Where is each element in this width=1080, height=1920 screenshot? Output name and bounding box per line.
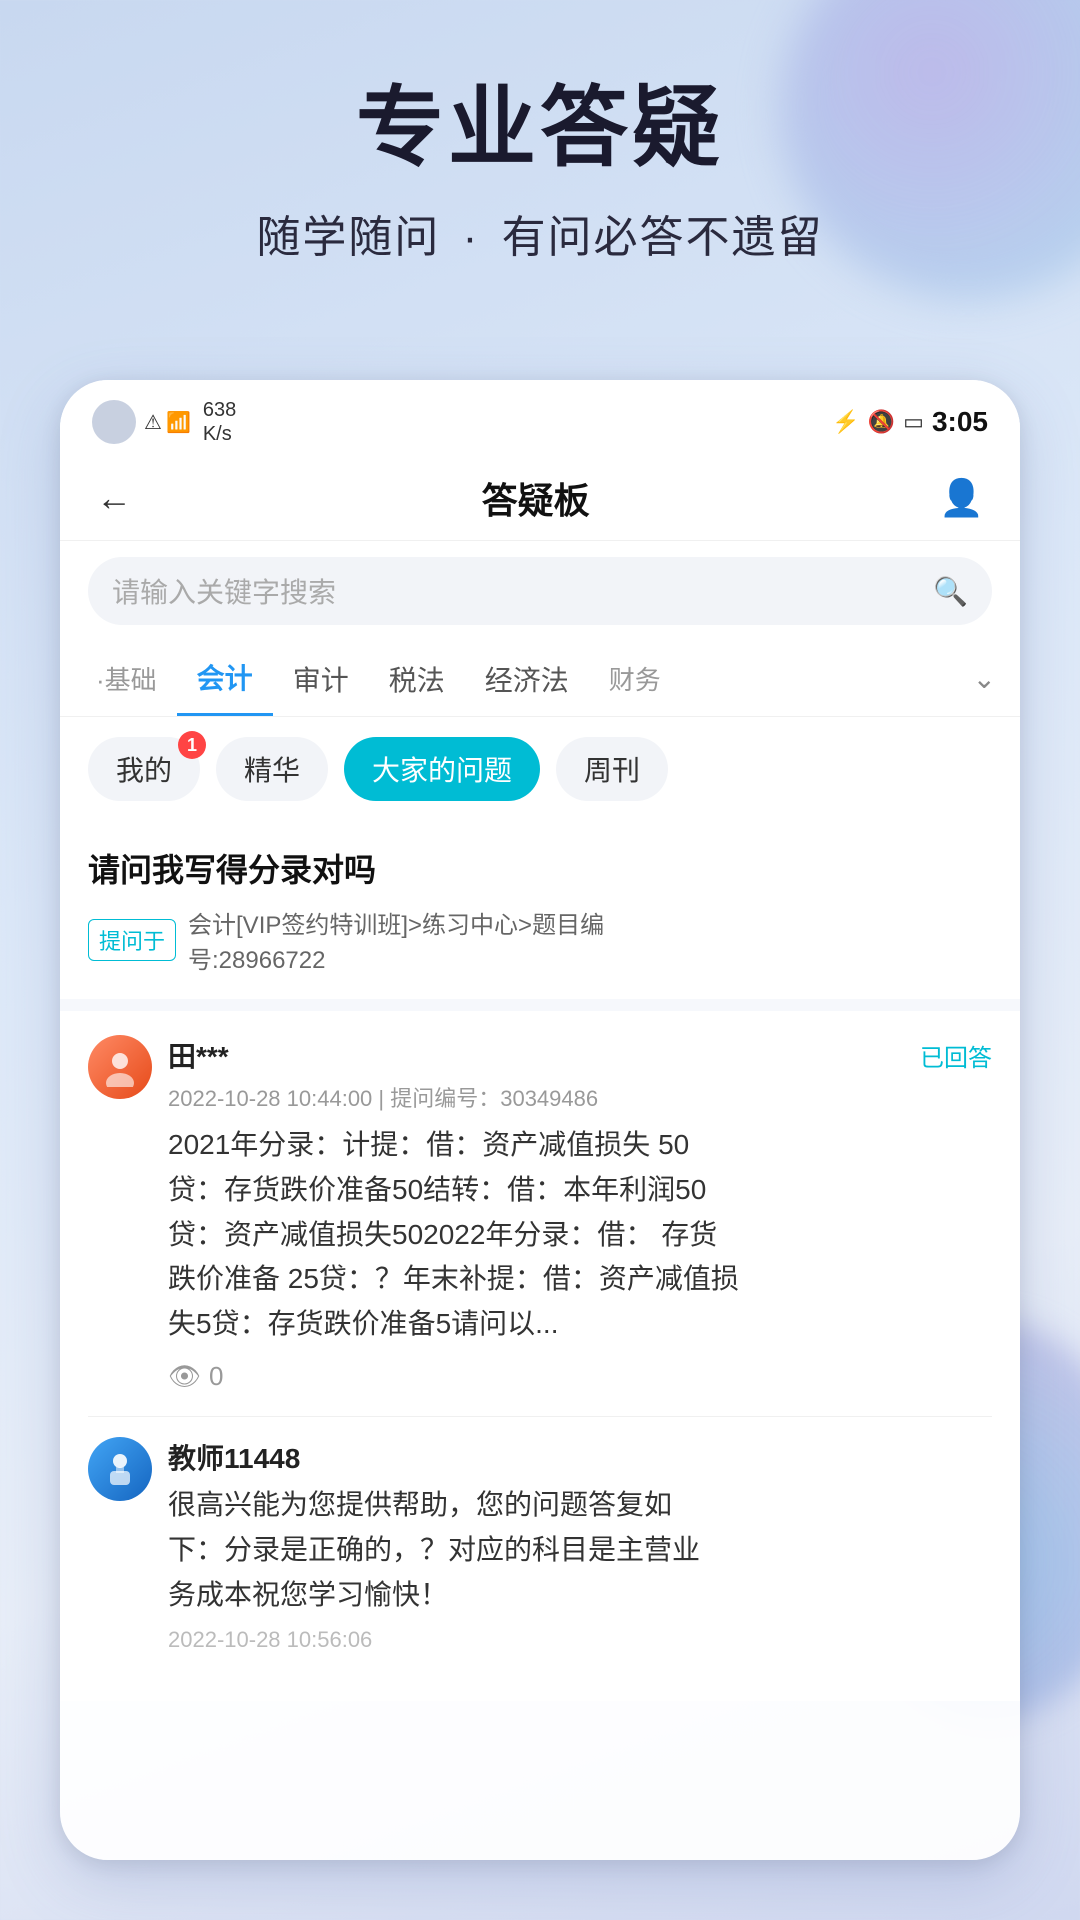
teacher-answer-header: 教师11448: [168, 1437, 992, 1477]
search-placeholder: 请输入关键字搜索: [112, 571, 921, 611]
phone-mockup: ⚠ 📶 638K/s ⚡ 🔕 ▭ 3:05 ← 答疑板 👤 请输入关键字搜索 🔍…: [60, 380, 1020, 1860]
category-tab-economic[interactable]: 经济法: [465, 643, 589, 715]
question-source: 会计[VIP签约特训班]>练习中心>题目编号:28966722: [188, 905, 604, 975]
student-answer-text: 2021年分录：计提：借：资产减值损失 50 贷：存货跌价准备50结转：借：本年…: [168, 1123, 992, 1347]
battery-icon: ▭: [903, 409, 924, 435]
hero-section: 专业答疑 随学随问 · 有问必答不遗留: [0, 80, 1080, 265]
status-icons: ⚠ 📶: [144, 410, 191, 435]
student-name: 田***: [168, 1035, 229, 1075]
answer-divider: [88, 1416, 992, 1417]
search-container: 请输入关键字搜索 🔍: [60, 541, 1020, 641]
bluetooth-icon: ⚡: [832, 409, 859, 435]
filter-tab-featured[interactable]: 精华: [216, 737, 328, 801]
answer-views: 👁 0: [168, 1361, 992, 1392]
category-tab-accounting[interactable]: 会计: [177, 641, 273, 716]
view-count: 0: [209, 1361, 223, 1392]
eye-icon: 👁: [168, 1361, 201, 1392]
content-area: 请问我写得分录对吗 提问于 会计[VIP签约特训班]>练习中心>题目编号:289…: [60, 821, 1020, 1701]
answer-thread: 田*** 已回答 2022-10-28 10:44:00 | 提问编号：3034…: [60, 1011, 1020, 1701]
teacher-name: 教师11448: [168, 1437, 300, 1477]
bell-mute-icon: 🔕: [868, 409, 895, 435]
wifi-icon: 📶: [166, 410, 191, 435]
page-title: 答疑板: [482, 472, 590, 524]
filter-tab-everyone[interactable]: 大家的问题: [344, 737, 540, 801]
warning-icon: ⚠: [144, 410, 162, 435]
status-avatar: [92, 400, 136, 444]
category-tab-basics[interactable]: ·基础: [76, 644, 177, 713]
category-tab-tax[interactable]: 税法: [369, 643, 465, 715]
student-time-info: 2022-10-28 10:44:00 | 提问编号：30349486: [168, 1081, 992, 1113]
student-answer-item: 田*** 已回答 2022-10-28 10:44:00 | 提问编号：3034…: [88, 1035, 992, 1392]
chevron-down-icon[interactable]: ⌄: [965, 646, 1004, 711]
status-right: ⚡ 🔕 ▭ 3:05: [832, 406, 988, 438]
filter-badge-mine: 1: [178, 731, 206, 759]
hero-title: 专业答疑: [0, 80, 1080, 177]
status-time: 3:05: [932, 406, 988, 438]
user-icon[interactable]: 👤: [939, 477, 984, 519]
filter-tabs: 我的 1 精华 大家的问题 周刊: [60, 717, 1020, 821]
teacher-answer-content: 教师11448 很高兴能为您提供帮助，您的问题答复如 下：分录是正确的，？对应的…: [168, 1437, 992, 1653]
status-left: ⚠ 📶 638K/s: [92, 398, 236, 446]
filter-tab-weekly[interactable]: 周刊: [556, 737, 668, 801]
answer-status: 已回答: [920, 1038, 992, 1073]
teacher-answer-item: 教师11448 很高兴能为您提供帮助，您的问题答复如 下：分录是正确的，？对应的…: [88, 1437, 992, 1653]
category-tab-finance[interactable]: 财务: [589, 644, 681, 713]
student-avatar: [88, 1035, 152, 1099]
teacher-avatar: [88, 1437, 152, 1501]
status-bar: ⚠ 📶 638K/s ⚡ 🔕 ▭ 3:05: [60, 380, 1020, 456]
subtitle-part2: 有问必答不遗留: [502, 213, 824, 262]
question-title: 请问我写得分录对吗: [88, 845, 992, 891]
teacher-answer-text: 很高兴能为您提供帮助，您的问题答复如 下：分录是正确的，？对应的科目是主营业 务…: [168, 1483, 992, 1617]
asked-in-tag: 提问于: [88, 919, 176, 961]
question-meta: 提问于 会计[VIP签约特训班]>练习中心>题目编号:28966722: [88, 905, 992, 975]
back-button[interactable]: ←: [96, 477, 132, 519]
question-card: 请问我写得分录对吗 提问于 会计[VIP签约特训班]>练习中心>题目编号:289…: [60, 821, 1020, 999]
subtitle-dot: ·: [463, 213, 480, 262]
subtitle-part1: 随学随问: [256, 213, 440, 262]
category-tab-audit[interactable]: 审计: [273, 643, 369, 715]
category-tabs: ·基础 会计 审计 税法 经济法 财务 ⌄: [60, 641, 1020, 717]
hero-subtitle: 随学随问 · 有问必答不遗留: [0, 201, 1080, 265]
status-speed: 638K/s: [203, 398, 236, 446]
student-answer-header: 田*** 已回答: [168, 1035, 992, 1075]
teacher-answer-time: 2022-10-28 10:56:06: [168, 1627, 992, 1653]
nav-bar: ← 答疑板 👤: [60, 456, 1020, 541]
student-answer-content: 田*** 已回答 2022-10-28 10:44:00 | 提问编号：3034…: [168, 1035, 992, 1392]
search-bar[interactable]: 请输入关键字搜索 🔍: [88, 557, 992, 625]
search-icon: 🔍: [933, 575, 968, 608]
filter-tab-mine[interactable]: 我的 1: [88, 737, 200, 801]
